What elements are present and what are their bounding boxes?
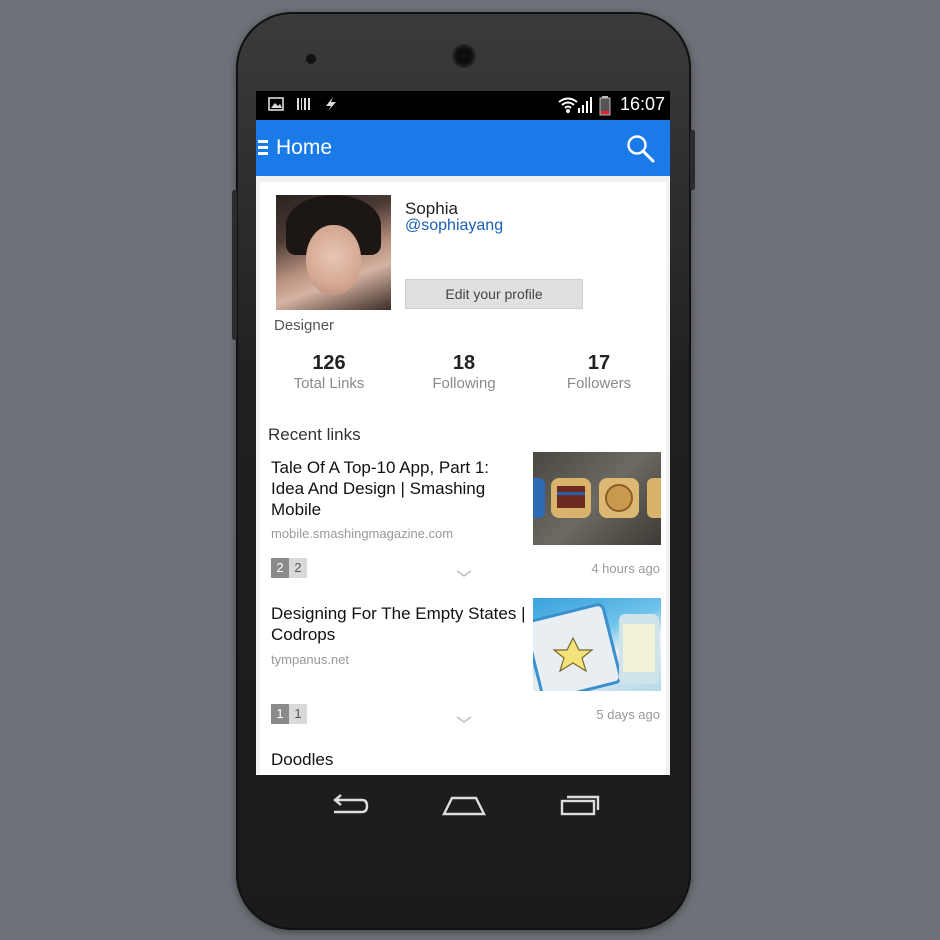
recent-links-heading: Recent links: [268, 425, 361, 444]
image-icon: [268, 96, 286, 114]
profile-handle[interactable]: @sophiayang: [405, 217, 503, 235]
lightning-icon: [323, 96, 341, 114]
stat-value: 126: [312, 352, 346, 374]
stat-followers[interactable]: 17 Followers: [534, 352, 664, 392]
earpiece-speaker: [452, 44, 476, 68]
link-thumbnail[interactable]: [533, 598, 661, 691]
navigation-bar: [256, 775, 670, 835]
home-icon[interactable]: [442, 790, 486, 820]
clock: 16:07: [619, 94, 665, 114]
list-item[interactable]: Doodles: [260, 744, 666, 775]
stat-label: Followers: [566, 375, 632, 392]
count-a: 2: [271, 558, 289, 578]
link-title[interactable]: Doodles: [271, 749, 521, 770]
profile-card: Sophia @sophiayang Edit your profile Des…: [260, 182, 666, 775]
hamburger-menu-icon[interactable]: [258, 140, 268, 156]
status-bar: 16:07: [256, 91, 670, 120]
profile-name: Sophia: [405, 199, 458, 218]
count-b: 1: [289, 704, 307, 724]
stat-total-links[interactable]: 126 Total Links: [264, 352, 394, 392]
count-a: 1: [271, 704, 289, 724]
vote-counter: 1 1: [271, 704, 307, 724]
stat-value: 17: [587, 352, 611, 374]
link-title[interactable]: Tale Of A Top-10 App, Part 1: Idea And D…: [271, 457, 521, 520]
edit-profile-button[interactable]: Edit your profile: [405, 279, 583, 309]
stat-label: Total Links: [293, 375, 365, 392]
count-b: 2: [289, 558, 307, 578]
recent-apps-icon[interactable]: [558, 790, 602, 820]
stat-following[interactable]: 18 Following: [399, 352, 529, 392]
link-domain: mobile.smashingmagazine.com: [271, 526, 454, 541]
list-item[interactable]: Tale Of A Top-10 App, Part 1: Idea And D…: [260, 452, 666, 592]
volume-button: [232, 190, 237, 340]
power-button: [690, 130, 695, 190]
link-thumbnail[interactable]: [533, 452, 661, 545]
back-icon[interactable]: [326, 790, 370, 820]
link-timestamp: 5 days ago: [596, 707, 660, 722]
signal-icon: [578, 96, 596, 114]
vote-counter: 2 2: [271, 558, 307, 578]
link-timestamp: 4 hours ago: [591, 561, 660, 576]
app-bar: Home: [256, 120, 670, 176]
link-domain: tympanus.net: [271, 652, 350, 667]
chevron-down-icon[interactable]: [456, 710, 472, 723]
list-item[interactable]: Designing For The Empty States | Codrops…: [260, 598, 666, 738]
wifi-icon: [558, 96, 578, 114]
stat-label: Following: [432, 375, 496, 392]
stat-value: 18: [452, 352, 476, 374]
screen: 16:07 Home Sophia @sophiayang Edit your …: [256, 91, 670, 775]
barcode-icon: [296, 96, 314, 114]
chevron-down-icon[interactable]: [456, 564, 472, 577]
front-camera: [306, 54, 316, 64]
battery-icon: [599, 96, 617, 116]
profile-role: Designer: [274, 317, 335, 334]
search-icon[interactable]: [626, 134, 656, 164]
avatar[interactable]: [276, 195, 391, 310]
link-title[interactable]: Designing For The Empty States | Codrops: [271, 603, 529, 645]
app-title[interactable]: Home: [276, 136, 332, 160]
